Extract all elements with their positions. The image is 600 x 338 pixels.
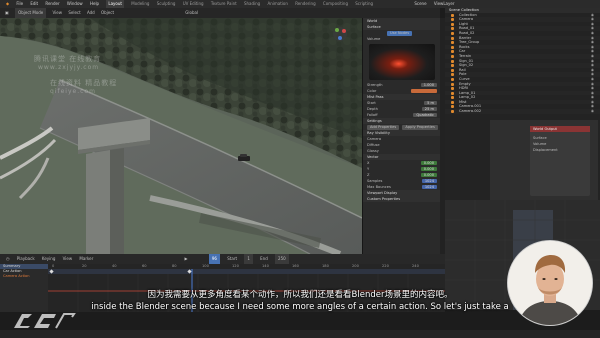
viewport-header: ▣ Object Mode View Select Add Object Glo… (0, 8, 440, 18)
object-icon (451, 96, 454, 100)
node-properties-area: World Output Surface Volume Displacement (490, 120, 598, 200)
socket-displacement[interactable]: Displacement (533, 147, 587, 153)
start-frame-label: Start (227, 256, 238, 261)
object-icon (451, 100, 454, 104)
workspace-tab-sculpting[interactable]: Sculpting (157, 0, 176, 8)
object-icon (451, 18, 454, 22)
tick-label: 220 (382, 264, 389, 268)
object-icon (451, 22, 454, 26)
menu-window[interactable]: Window (67, 0, 83, 8)
workspace-tab-layout[interactable]: Layout (106, 0, 124, 8)
menu-help[interactable]: Help (90, 0, 99, 8)
viewport-menu-view[interactable]: View (53, 8, 63, 18)
properties-panel: World Surface Use Nodes Volume Strength 1… (362, 18, 441, 254)
viewport-menu-add[interactable]: Add (87, 8, 95, 18)
object-icon (451, 27, 454, 31)
end-frame-label: End (260, 256, 268, 261)
presenter-webcam (507, 240, 593, 326)
menu-render[interactable]: Render (45, 0, 59, 8)
3d-viewport[interactable]: 腾讯课堂 在线教育 www.zxjyjy.com 在线资料 精品教程 qifei… (0, 18, 362, 254)
object-icon (451, 105, 454, 109)
view-layer-selector[interactable]: ViewLayer (434, 0, 455, 8)
presenter-portrait (508, 241, 592, 325)
watermark-line-2: www.zxjyjy.com (38, 64, 100, 71)
object-icon (451, 31, 454, 35)
transform-orientation-dropdown[interactable]: Global (185, 8, 198, 18)
workspace-tab-modeling[interactable]: Modeling (131, 0, 149, 8)
tick-label: 20 (82, 264, 87, 268)
hdri-preview (369, 44, 435, 80)
world-output-node[interactable]: World Output Surface Volume Displacement (530, 126, 590, 196)
object-icon (451, 59, 454, 63)
object-icon (451, 73, 454, 77)
menu-file[interactable]: File (16, 0, 23, 8)
object-icon (451, 64, 454, 68)
tick-label: 140 (262, 264, 269, 268)
object-icon (451, 13, 454, 17)
workspace-tab-animation[interactable]: Animation (268, 0, 288, 8)
end-frame-field[interactable]: 250 (275, 254, 289, 264)
tick-label: 160 (292, 264, 299, 268)
timeline-menu-keying[interactable]: Keying (42, 254, 55, 264)
object-icon (451, 41, 454, 45)
timeline-menu-view[interactable]: View (63, 254, 73, 264)
workspace-tab-rendering[interactable]: Rendering (295, 0, 315, 8)
tick-label: 40 (112, 264, 117, 268)
workspace-tab-uv-editing[interactable]: UV Editing (183, 0, 204, 8)
outliner-item[interactable]: Camera.002 ◉ (445, 109, 600, 114)
watermark-line-4: qifeiye.com (50, 88, 96, 95)
object-mode-dropdown[interactable]: Object Mode (15, 8, 47, 18)
object-icon (451, 68, 454, 72)
timeline-editor-icon[interactable]: ◷ (6, 254, 10, 264)
tick-label: 100 (202, 264, 209, 268)
tick-label: 0 (52, 264, 55, 268)
timeline-menu-marker[interactable]: Marker (79, 254, 93, 264)
watermark-line-1: 腾讯课堂 在线教育 (34, 55, 102, 63)
viewport-menu-select[interactable]: Select (68, 8, 80, 18)
channel-camera-action[interactable]: Camera Action (0, 274, 48, 279)
status-bar (0, 330, 600, 338)
scene-selector[interactable]: Scene (414, 0, 426, 8)
object-icon (451, 82, 454, 86)
current-frame-field[interactable]: 96 (208, 254, 220, 264)
timeline-header: ◷ Playback Keying View Marker ▶ 96 Start… (0, 254, 445, 264)
tick-label: 60 (142, 264, 147, 268)
object-icon (451, 77, 454, 81)
object-icon (451, 45, 454, 49)
workspace-tab-shading[interactable]: Shading (244, 0, 260, 8)
workspace-tab-scripting[interactable]: Scripting (355, 0, 373, 8)
watermark-line-3: 在线资料 精品教程 (50, 79, 118, 87)
editor-type-icon[interactable]: ▣ (5, 8, 9, 18)
channel-logo (14, 313, 76, 329)
object-icon (451, 50, 454, 54)
tick-label: 200 (352, 264, 359, 268)
timeline-menu-playback[interactable]: Playback (17, 254, 35, 264)
workspace-tab-texture-paint[interactable]: Texture Paint (211, 0, 237, 8)
blender-logo-icon[interactable]: ◆ (6, 0, 9, 8)
play-button-icon[interactable]: ▶ (185, 254, 188, 264)
workspace-tab-compositing[interactable]: Compositing (323, 0, 348, 8)
start-frame-field[interactable]: 1 (244, 254, 253, 264)
object-icon (451, 91, 454, 95)
custom-properties-section[interactable]: Custom Properties (363, 196, 441, 202)
object-icon (451, 54, 454, 58)
tick-label: 120 (232, 264, 239, 268)
volume-section-label: Volume (367, 37, 381, 41)
viewport-menu-object[interactable]: Object (101, 8, 114, 18)
tick-label: 180 (322, 264, 329, 268)
eye-icon[interactable]: ◉ (591, 109, 594, 114)
tick-label: 80 (172, 264, 177, 268)
tick-label: 240 (412, 264, 419, 268)
top-menu-bar: ◆ File Edit Render Window Help Layout Mo… (0, 0, 600, 8)
object-icon (451, 87, 454, 91)
subtitle-english: inside the Blender scene because I need … (91, 302, 509, 312)
menu-edit[interactable]: Edit (30, 0, 38, 8)
object-icon (451, 110, 454, 114)
object-icon (451, 36, 454, 40)
